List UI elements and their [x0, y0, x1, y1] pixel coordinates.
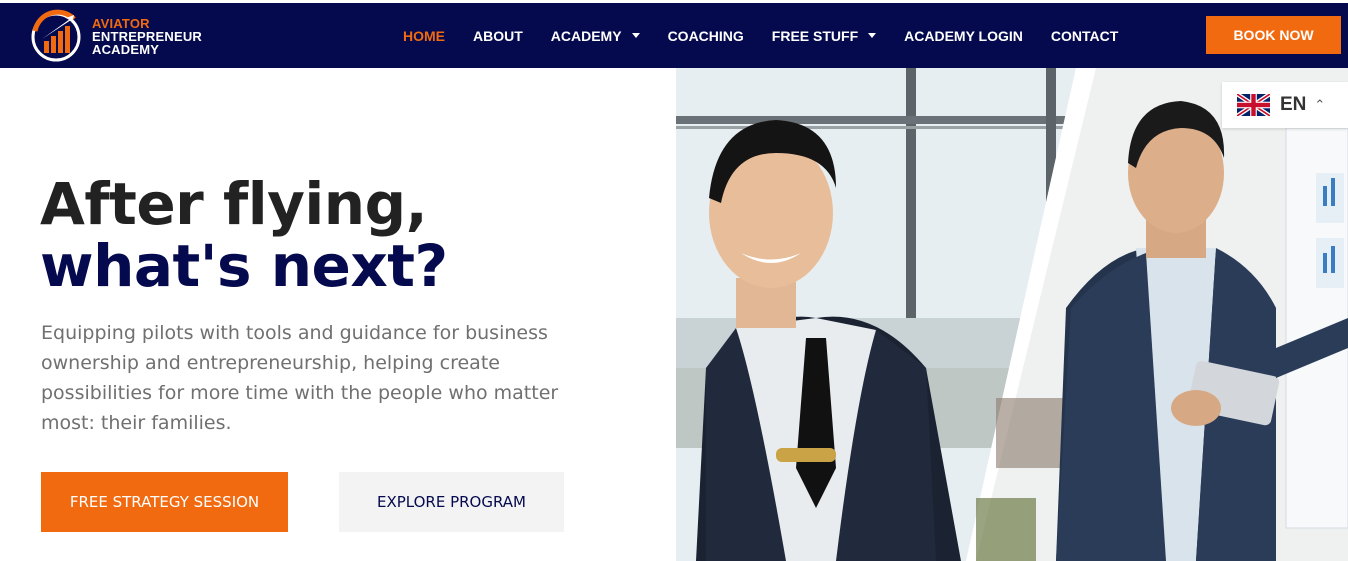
- nav-home[interactable]: HOME: [403, 28, 445, 44]
- nav-about-label: ABOUT: [473, 27, 523, 44]
- nav-contact[interactable]: CONTACT: [1051, 28, 1118, 44]
- language-switcher[interactable]: EN ⌃: [1222, 82, 1348, 128]
- nav-free-stuff[interactable]: FREE STUFF: [771, 27, 877, 44]
- hero-text-section: After flying, what's next? Equipping pil…: [0, 68, 676, 561]
- dropdown-caret-icon: [631, 33, 640, 38]
- nav-academy-login[interactable]: ACADEMY LOGIN: [904, 28, 1023, 44]
- book-now-button[interactable]: BOOK NOW: [1206, 16, 1341, 54]
- free-strategy-session-button[interactable]: FREE STRATEGY SESSION: [41, 472, 288, 532]
- logo-line-2: ENTREPRENEUR: [92, 28, 203, 44]
- nav-menu: HOME ABOUT ACADEMY COACHING FREE STUFF A…: [403, 3, 1146, 68]
- dropdown-caret-icon: [868, 33, 877, 38]
- hero-title-line-1: After flying,: [40, 170, 428, 238]
- nav-contact-label: CONTACT: [1050, 27, 1119, 44]
- site-logo[interactable]: AVIATOR ENTREPRENEUR ACADEMY: [30, 9, 230, 63]
- logo-line-1: AVIATOR: [92, 15, 150, 31]
- pilot-and-businessman-photo: [676, 68, 1348, 561]
- logo-icon: [31, 9, 81, 62]
- hero-lead: Equipping pilots with tools and guidance…: [41, 322, 559, 434]
- nav-free-stuff-label: FREE STUFF: [771, 27, 859, 44]
- language-code: EN: [1280, 94, 1307, 115]
- nav-coaching[interactable]: COACHING: [668, 28, 744, 44]
- nav-academy-label: ACADEMY: [550, 27, 622, 44]
- nav-academy-login-label: ACADEMY LOGIN: [904, 27, 1023, 44]
- nav-coaching-label: COACHING: [667, 27, 744, 44]
- hero-image: [676, 68, 1348, 561]
- explore-program-button[interactable]: EXPLORE PROGRAM: [339, 472, 564, 532]
- logo-wordmark: AVIATOR ENTREPRENEUR ACADEMY: [92, 17, 202, 56]
- nav-academy[interactable]: ACADEMY: [551, 28, 640, 44]
- nav-home-label: HOME: [403, 27, 445, 44]
- main-navigation: AVIATOR ENTREPRENEUR ACADEMY HOME ABOUT …: [0, 3, 1348, 68]
- uk-flag-icon: [1237, 94, 1270, 116]
- hero-title: After flying, what's next?: [40, 173, 448, 297]
- logo-line-3: ACADEMY: [92, 41, 160, 57]
- chevron-up-icon: ⌃: [1314, 97, 1326, 112]
- hero-title-line-2: what's next?: [40, 232, 448, 300]
- nav-about[interactable]: ABOUT: [473, 28, 523, 44]
